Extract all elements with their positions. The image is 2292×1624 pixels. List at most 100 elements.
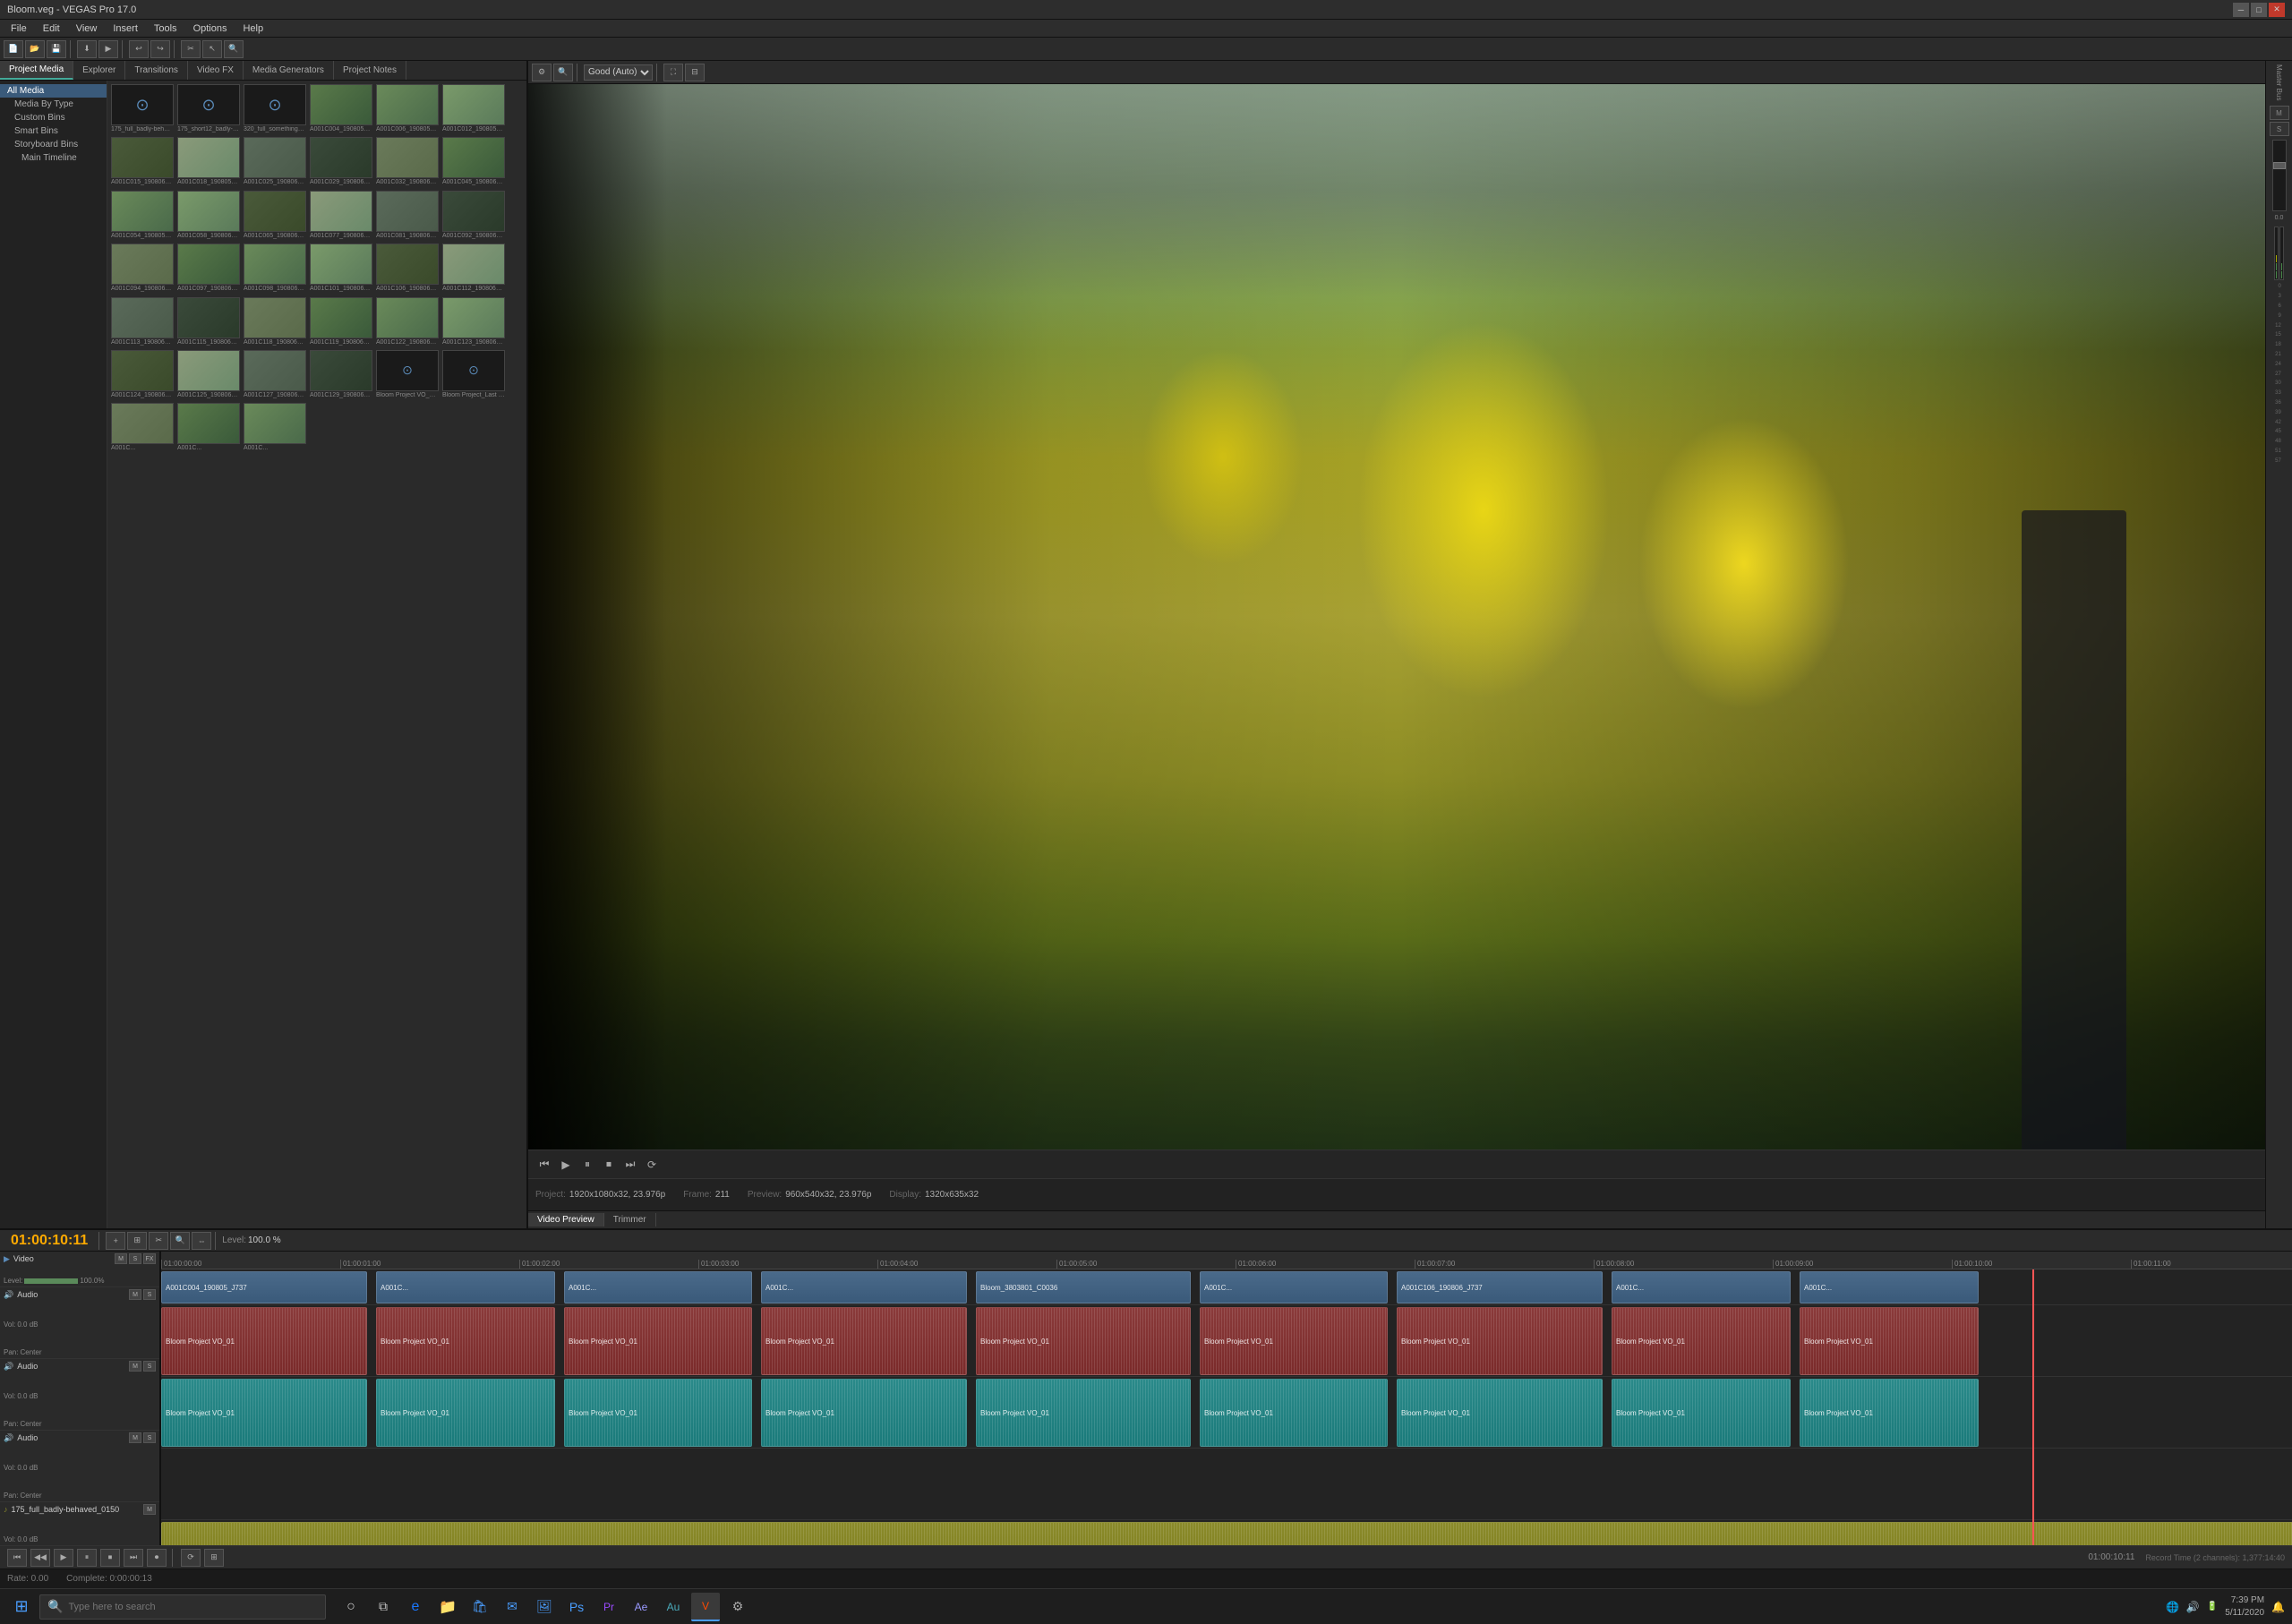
render-button[interactable]: ▶ bbox=[98, 40, 118, 58]
media-thumb-13[interactable]: A001C054_190805_J737.MOV bbox=[111, 191, 174, 240]
preview-full-button[interactable]: ⛶ bbox=[663, 64, 683, 81]
tl-play[interactable]: ▶ bbox=[54, 1549, 73, 1567]
taskbar-au[interactable]: Au bbox=[659, 1593, 688, 1621]
a2-solo[interactable]: S bbox=[143, 1361, 156, 1372]
media-thumb-1[interactable]: ⊙ 175_full_badly-behaved_0150.wav bbox=[111, 84, 174, 133]
a1-solo[interactable]: S bbox=[143, 1289, 156, 1300]
media-thumb-15[interactable]: A001C065_190806_J737.MOV bbox=[244, 191, 306, 240]
media-thumb-26[interactable]: A001C115_190806_J737.MOV bbox=[177, 297, 240, 346]
media-thumb-27[interactable]: A001C118_190806_J737.MOV bbox=[244, 297, 306, 346]
import-button[interactable]: ⬇ bbox=[77, 40, 97, 58]
go-start-button[interactable]: ⏮ bbox=[535, 1156, 553, 1174]
playhead[interactable] bbox=[2032, 1269, 2034, 1545]
clip-a2-7[interactable]: Bloom Project VO_01 bbox=[1397, 1379, 1603, 1447]
taskbar-mail[interactable]: ✉ bbox=[498, 1593, 526, 1621]
tab-video-preview[interactable]: Video Preview bbox=[528, 1213, 604, 1227]
video-fx-btn[interactable]: FX bbox=[143, 1253, 156, 1264]
pause-button[interactable]: ⏸ bbox=[578, 1156, 596, 1174]
media-thumb-38[interactable]: A001C... bbox=[177, 403, 240, 452]
clip-a2-3[interactable]: Bloom Project VO_01 bbox=[564, 1379, 752, 1447]
taskbar-store[interactable]: 🛍 bbox=[466, 1593, 494, 1621]
stop-button[interactable]: ⏹ bbox=[600, 1156, 618, 1174]
tree-main-timeline[interactable]: Main Timeline bbox=[0, 151, 107, 165]
tree-storyboard-bins[interactable]: Storyboard Bins bbox=[0, 138, 107, 151]
media-thumb-24[interactable]: A001C112_190806_J737.MOV bbox=[442, 244, 505, 293]
clip-v6[interactable]: A001C... bbox=[1200, 1271, 1388, 1303]
tree-smart-bins[interactable]: Smart Bins bbox=[0, 124, 107, 138]
media-thumb-29[interactable]: A001C122_190806_J737.MOV bbox=[376, 297, 439, 346]
tab-explorer[interactable]: Explorer bbox=[73, 61, 125, 80]
strip-btn-2[interactable]: S bbox=[2270, 122, 2289, 136]
level-slider-v[interactable] bbox=[24, 1278, 78, 1284]
clip-a1-5[interactable]: Bloom Project VO_01 bbox=[976, 1307, 1191, 1375]
tl-loop[interactable]: ⟳ bbox=[181, 1549, 201, 1567]
media-thumb-28[interactable]: A001C119_190806_J737.MOV bbox=[310, 297, 372, 346]
media-thumb-7[interactable]: A001C015_190806_J737.MOV bbox=[111, 137, 174, 186]
taskbar-explorer[interactable]: 📁 bbox=[433, 1593, 462, 1621]
media-thumb-30[interactable]: A001C123_190806_J737.MOV bbox=[442, 297, 505, 346]
media-thumb-10[interactable]: A001C029_190806_J737.MOV bbox=[310, 137, 372, 186]
clip-a1-8[interactable]: Bloom Project VO_01 bbox=[1612, 1307, 1791, 1375]
media-thumb-23[interactable]: A001C106_190806_J737.MOV bbox=[376, 244, 439, 293]
a2-mute[interactable]: M bbox=[129, 1361, 141, 1372]
media-thumb-22[interactable]: A001C101_190806_J737.MOV bbox=[310, 244, 372, 293]
minimize-button[interactable]: ─ bbox=[2233, 3, 2249, 17]
media-thumb-34[interactable]: A001C129_190806_J737.MOV bbox=[310, 350, 372, 399]
menu-file[interactable]: File bbox=[4, 21, 34, 36]
media-thumb-12[interactable]: A001C045_190806_J737.MOV bbox=[442, 137, 505, 186]
media-thumb-33[interactable]: A001C127_190806_J737.MOV bbox=[244, 350, 306, 399]
tree-custom-bins[interactable]: Custom Bins bbox=[0, 111, 107, 124]
clip-a1-7[interactable]: Bloom Project VO_01 bbox=[1397, 1307, 1603, 1375]
clip-v8[interactable]: A001C... bbox=[1612, 1271, 1791, 1303]
media-thumb-3[interactable]: ⊙ 320_full_something-is-fine_hy_0165.wav bbox=[244, 84, 306, 133]
media-thumb-9[interactable]: A001C025_190806_J737.MOV bbox=[244, 137, 306, 186]
clip-a1-9[interactable]: Bloom Project VO_01 bbox=[1800, 1307, 1979, 1375]
taskbar-cortana[interactable]: ○ bbox=[337, 1593, 365, 1621]
tl-razor[interactable]: ✂ bbox=[149, 1232, 168, 1250]
tl-fit[interactable]: ⇔ bbox=[192, 1232, 211, 1250]
quality-select[interactable]: Good (Auto) Best Draft bbox=[584, 64, 653, 81]
undo-button[interactable]: ↩ bbox=[129, 40, 149, 58]
select-button[interactable]: ↖ bbox=[202, 40, 222, 58]
start-button[interactable]: ⊞ bbox=[7, 1593, 36, 1621]
new-project-button[interactable]: 📄 bbox=[4, 40, 23, 58]
strip-btn-1[interactable]: M bbox=[2270, 106, 2289, 120]
loop-button[interactable]: ⟳ bbox=[643, 1156, 661, 1174]
media-thumb-39[interactable]: A001C... bbox=[244, 403, 306, 452]
go-end-button[interactable]: ⏭ bbox=[621, 1156, 639, 1174]
tl-go-start[interactable]: ⏮ bbox=[7, 1549, 27, 1567]
tab-project-media[interactable]: Project Media bbox=[0, 61, 73, 80]
video-solo-btn[interactable]: S bbox=[129, 1253, 141, 1264]
fader-handle[interactable] bbox=[2273, 162, 2286, 169]
media-thumb-25[interactable]: A001C113_190806_J737.MOV bbox=[111, 297, 174, 346]
media-thumb-32[interactable]: A001C125_190806_J737.MOV bbox=[177, 350, 240, 399]
tab-transitions[interactable]: Transitions bbox=[125, 61, 188, 80]
media-thumb-6[interactable]: A001C012_190805_J737.MOV bbox=[442, 84, 505, 133]
menu-help[interactable]: Help bbox=[235, 21, 270, 36]
redo-button[interactable]: ↪ bbox=[150, 40, 170, 58]
media-thumb-16[interactable]: A001C077_190806_J737.MOV bbox=[310, 191, 372, 240]
tree-media-by-type[interactable]: Media By Type bbox=[0, 98, 107, 111]
clip-v4[interactable]: A001C... bbox=[761, 1271, 967, 1303]
open-button[interactable]: 📂 bbox=[25, 40, 45, 58]
taskbar-photoshop[interactable]: Ps bbox=[562, 1593, 591, 1621]
tl-zoom-in[interactable]: 🔍 bbox=[170, 1232, 190, 1250]
clip-v5[interactable]: Bloom_3803801_C0036 bbox=[976, 1271, 1191, 1303]
media-thumb-37[interactable]: A001C... bbox=[111, 403, 174, 452]
media-thumb-8[interactable]: A001C018_190805_J737.MOV bbox=[177, 137, 240, 186]
clip-a1-6[interactable]: Bloom Project VO_01 bbox=[1200, 1307, 1388, 1375]
tl-rewind[interactable]: ◀◀ bbox=[30, 1549, 50, 1567]
a1-mute[interactable]: M bbox=[129, 1289, 141, 1300]
clip-v1[interactable]: A001C004_190805_J737 bbox=[161, 1271, 367, 1303]
close-button[interactable]: ✕ bbox=[2269, 3, 2285, 17]
m1-mute[interactable]: M bbox=[143, 1504, 156, 1515]
tree-all-media[interactable]: All Media bbox=[0, 84, 107, 98]
media-thumb-2[interactable]: ⊙ 175_short12_badly-behaved_ed_0032.wav bbox=[177, 84, 240, 133]
taskbar-app2[interactable]: ⚙ bbox=[723, 1593, 752, 1621]
media-thumb-35[interactable]: ⊙ Bloom Project VO_01.wav bbox=[376, 350, 439, 399]
clip-a2-2[interactable]: Bloom Project VO_01 bbox=[376, 1379, 555, 1447]
media-thumb-19[interactable]: A001C094_190806_J737.MOV bbox=[111, 244, 174, 293]
taskbar-task-view[interactable]: ⧉ bbox=[369, 1593, 398, 1621]
media-thumb-36[interactable]: ⊙ Bloom Project_Last Line_31.wav bbox=[442, 350, 505, 399]
tl-pause2[interactable]: ⏸ bbox=[77, 1549, 97, 1567]
